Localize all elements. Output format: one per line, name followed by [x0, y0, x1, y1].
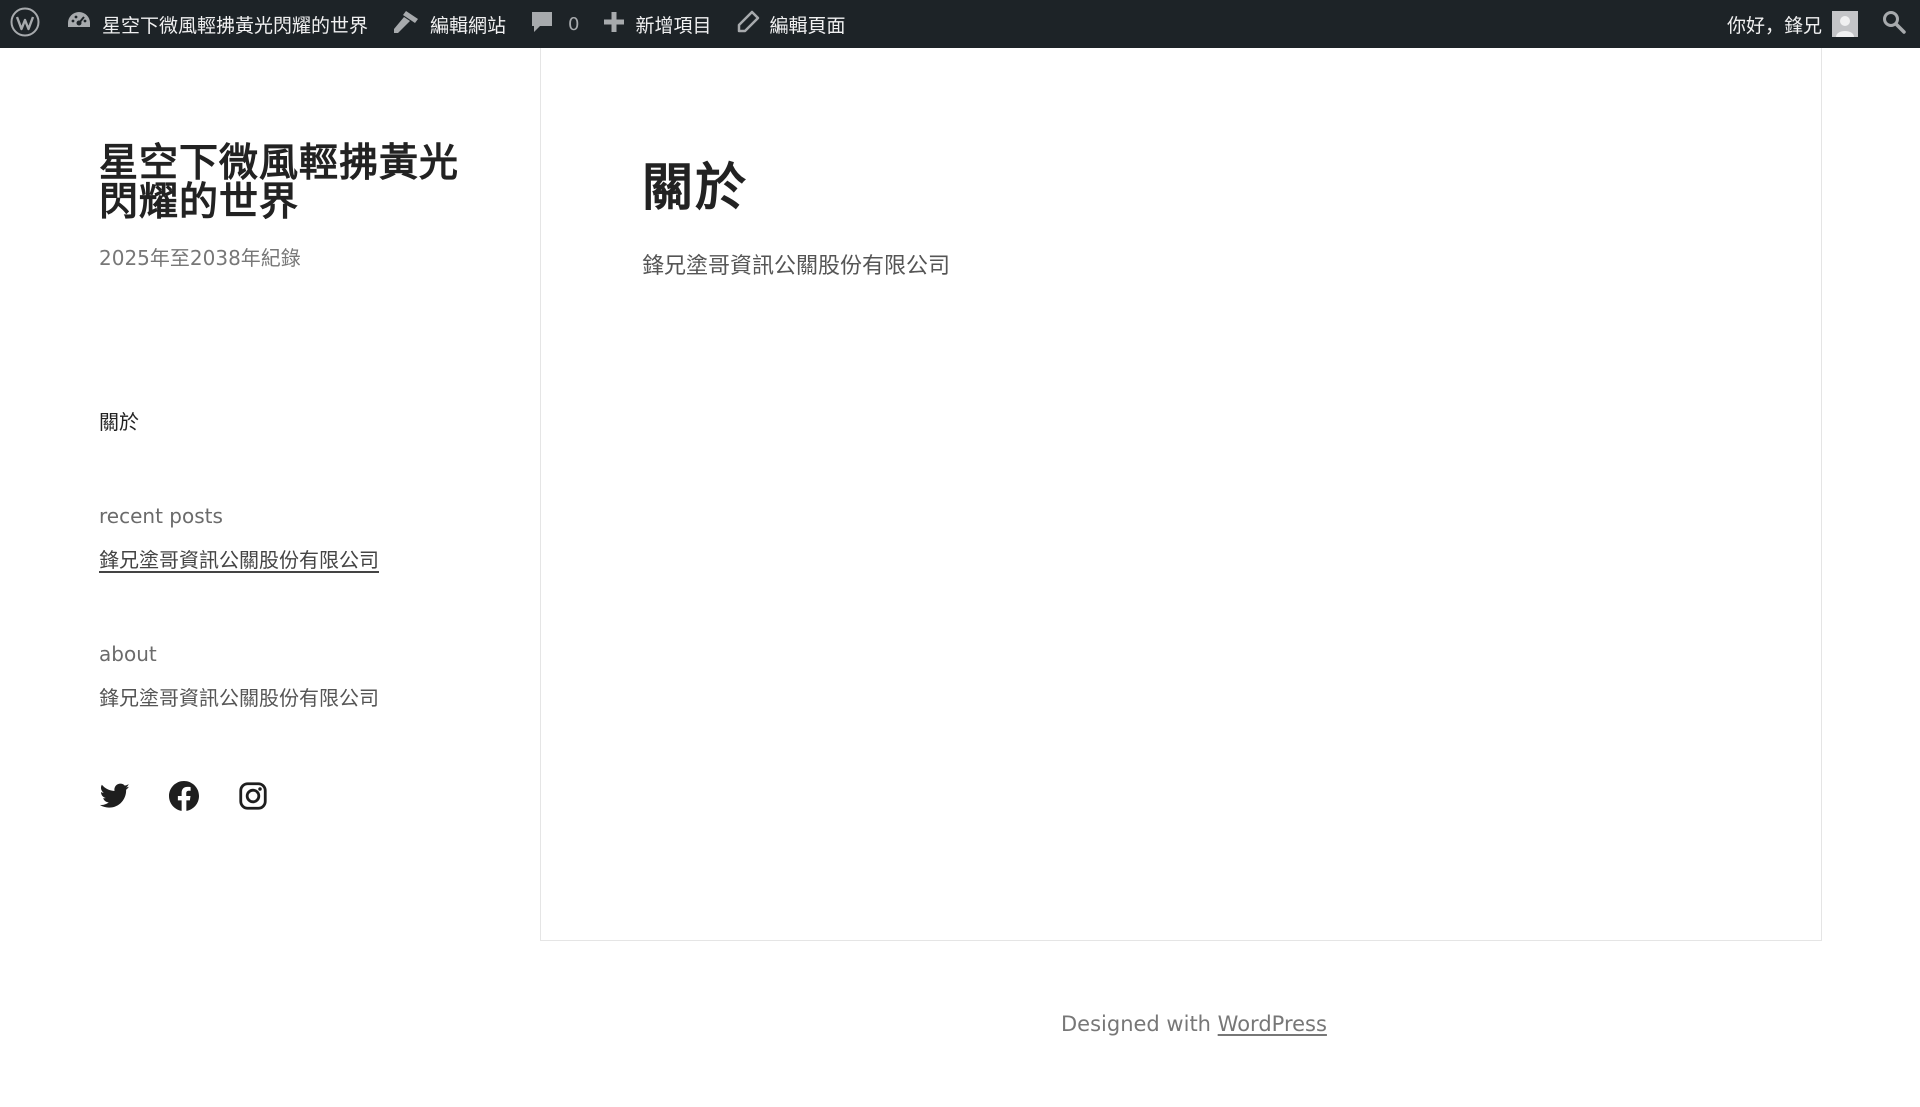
greeting-label: 你好，鋒兄 — [1726, 14, 1822, 37]
comment-bubble-icon — [530, 10, 554, 39]
plus-icon — [603, 11, 625, 38]
recent-post-link[interactable]: 鋒兄塗哥資訊公關股份有限公司 — [99, 544, 379, 573]
page-title: 關於 — [642, 159, 749, 218]
site-tagline: 2025年至2038年紀錄 — [99, 246, 301, 270]
my-account-menu[interactable]: 你好，鋒兄 — [1715, 0, 1870, 48]
site-name-label: 星空下微風輕拂黃光閃耀的世界 — [102, 14, 369, 37]
customize-menu[interactable]: 編輯網站 — [380, 0, 518, 48]
wordpress-logo-menu[interactable] — [0, 0, 54, 48]
site-title[interactable]: 星空下微風輕拂黃光閃耀的世界 — [99, 144, 459, 222]
site-footer: Designed with WordPress — [1061, 1012, 1327, 1036]
comments-menu[interactable]: 0 — [518, 0, 591, 48]
page-body-text: 鋒兄塗哥資訊公關股份有限公司 — [642, 254, 951, 279]
search-icon — [1882, 10, 1906, 39]
recent-posts-heading: recent posts — [99, 504, 223, 528]
new-item-menu[interactable]: 新增項目 — [591, 0, 723, 48]
twitter-link[interactable] — [99, 782, 131, 814]
twitter-icon — [99, 783, 130, 813]
wordpress-logo-icon — [10, 7, 40, 42]
customize-label: 編輯網站 — [430, 14, 507, 37]
admin-bar: 星空下微風輕拂黃光閃耀的世界 編輯網站 0 新增項目 編輯頁面 你好，鋒兄 — [0, 0, 1920, 48]
brush-icon — [392, 9, 420, 40]
instagram-link[interactable] — [237, 782, 269, 814]
about-text: 鋒兄塗哥資訊公關股份有限公司 — [99, 686, 379, 710]
dashboard-icon — [66, 9, 92, 40]
pencil-icon — [736, 10, 760, 39]
content-area: 關於 鋒兄塗哥資訊公關股份有限公司 — [540, 48, 1822, 941]
instagram-icon — [239, 782, 267, 814]
new-item-label: 新增項目 — [635, 14, 712, 37]
site-name-menu[interactable]: 星空下微風輕拂黃光閃耀的世界 — [54, 0, 380, 48]
nav-item-about[interactable]: 關於 — [99, 406, 139, 435]
comments-count: 0 — [568, 13, 580, 35]
footer-credit-text: Designed with — [1061, 1012, 1218, 1036]
avatar — [1832, 11, 1858, 37]
edit-page-label: 編輯頁面 — [769, 14, 846, 37]
about-heading: about — [99, 642, 157, 666]
facebook-link[interactable] — [168, 781, 200, 815]
admin-search-button[interactable] — [1870, 0, 1920, 48]
facebook-icon — [169, 781, 199, 815]
wordpress-link[interactable]: WordPress — [1218, 1012, 1327, 1036]
edit-page-menu[interactable]: 編輯頁面 — [724, 0, 858, 48]
social-links — [99, 781, 306, 815]
